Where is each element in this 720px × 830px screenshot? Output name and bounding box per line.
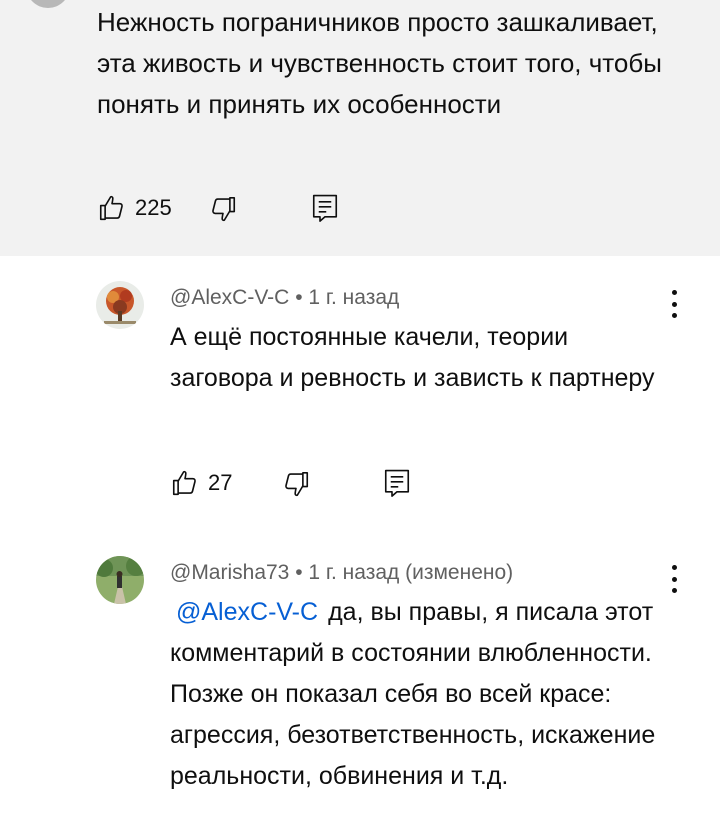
comments-page: Нежность пограничников просто зашкаливае… — [0, 0, 720, 830]
highlighted-comment: Нежность пограничников просто зашкаливае… — [0, 0, 720, 256]
edited-label: (изменено) — [405, 561, 514, 584]
more-vertical-icon[interactable] — [664, 288, 684, 320]
comment-text: Нежность пограничников просто зашкаливае… — [97, 7, 662, 119]
meta-separator: • — [295, 561, 309, 584]
comment-time: 1 г. назад — [308, 561, 400, 584]
avatar[interactable] — [26, 0, 70, 8]
avatar[interactable] — [96, 281, 144, 329]
like-count: 225 — [135, 195, 172, 220]
thumb-up-icon[interactable] — [97, 193, 127, 223]
author-name[interactable]: @AlexC-V-C — [170, 286, 289, 309]
thumb-down-icon[interactable] — [281, 469, 311, 499]
mention-link[interactable]: @AlexC-V-C — [176, 598, 318, 626]
author-name[interactable]: @Marisha73 — [170, 561, 289, 584]
reply-comment-icon[interactable] — [383, 468, 411, 498]
more-vertical-icon[interactable] — [664, 563, 684, 595]
comment-text: @AlexC-V-C да, вы правы, я писала этот ко… — [170, 592, 670, 797]
comment-body-text: да, вы правы, я писала этот комментарий … — [170, 598, 656, 790]
reply-comment-icon[interactable] — [311, 193, 339, 223]
comment-text: А ещё постоянные качели, теории заговора… — [170, 323, 655, 392]
avatar[interactable] — [96, 556, 144, 604]
meta-separator: • — [295, 286, 309, 309]
comment-time: 1 г. назад — [308, 286, 400, 309]
comment-actions: 225 — [97, 193, 172, 223]
comment-meta: @Marisha73 • 1 г. назад (изменено) — [170, 561, 513, 585]
thumb-up-icon[interactable] — [170, 468, 200, 498]
comment-meta: @AlexC-V-C • 1 г. назад — [170, 286, 399, 310]
like-count: 27 — [208, 470, 233, 495]
thumb-down-icon[interactable] — [208, 194, 238, 224]
comment-actions: 27 — [170, 468, 232, 498]
